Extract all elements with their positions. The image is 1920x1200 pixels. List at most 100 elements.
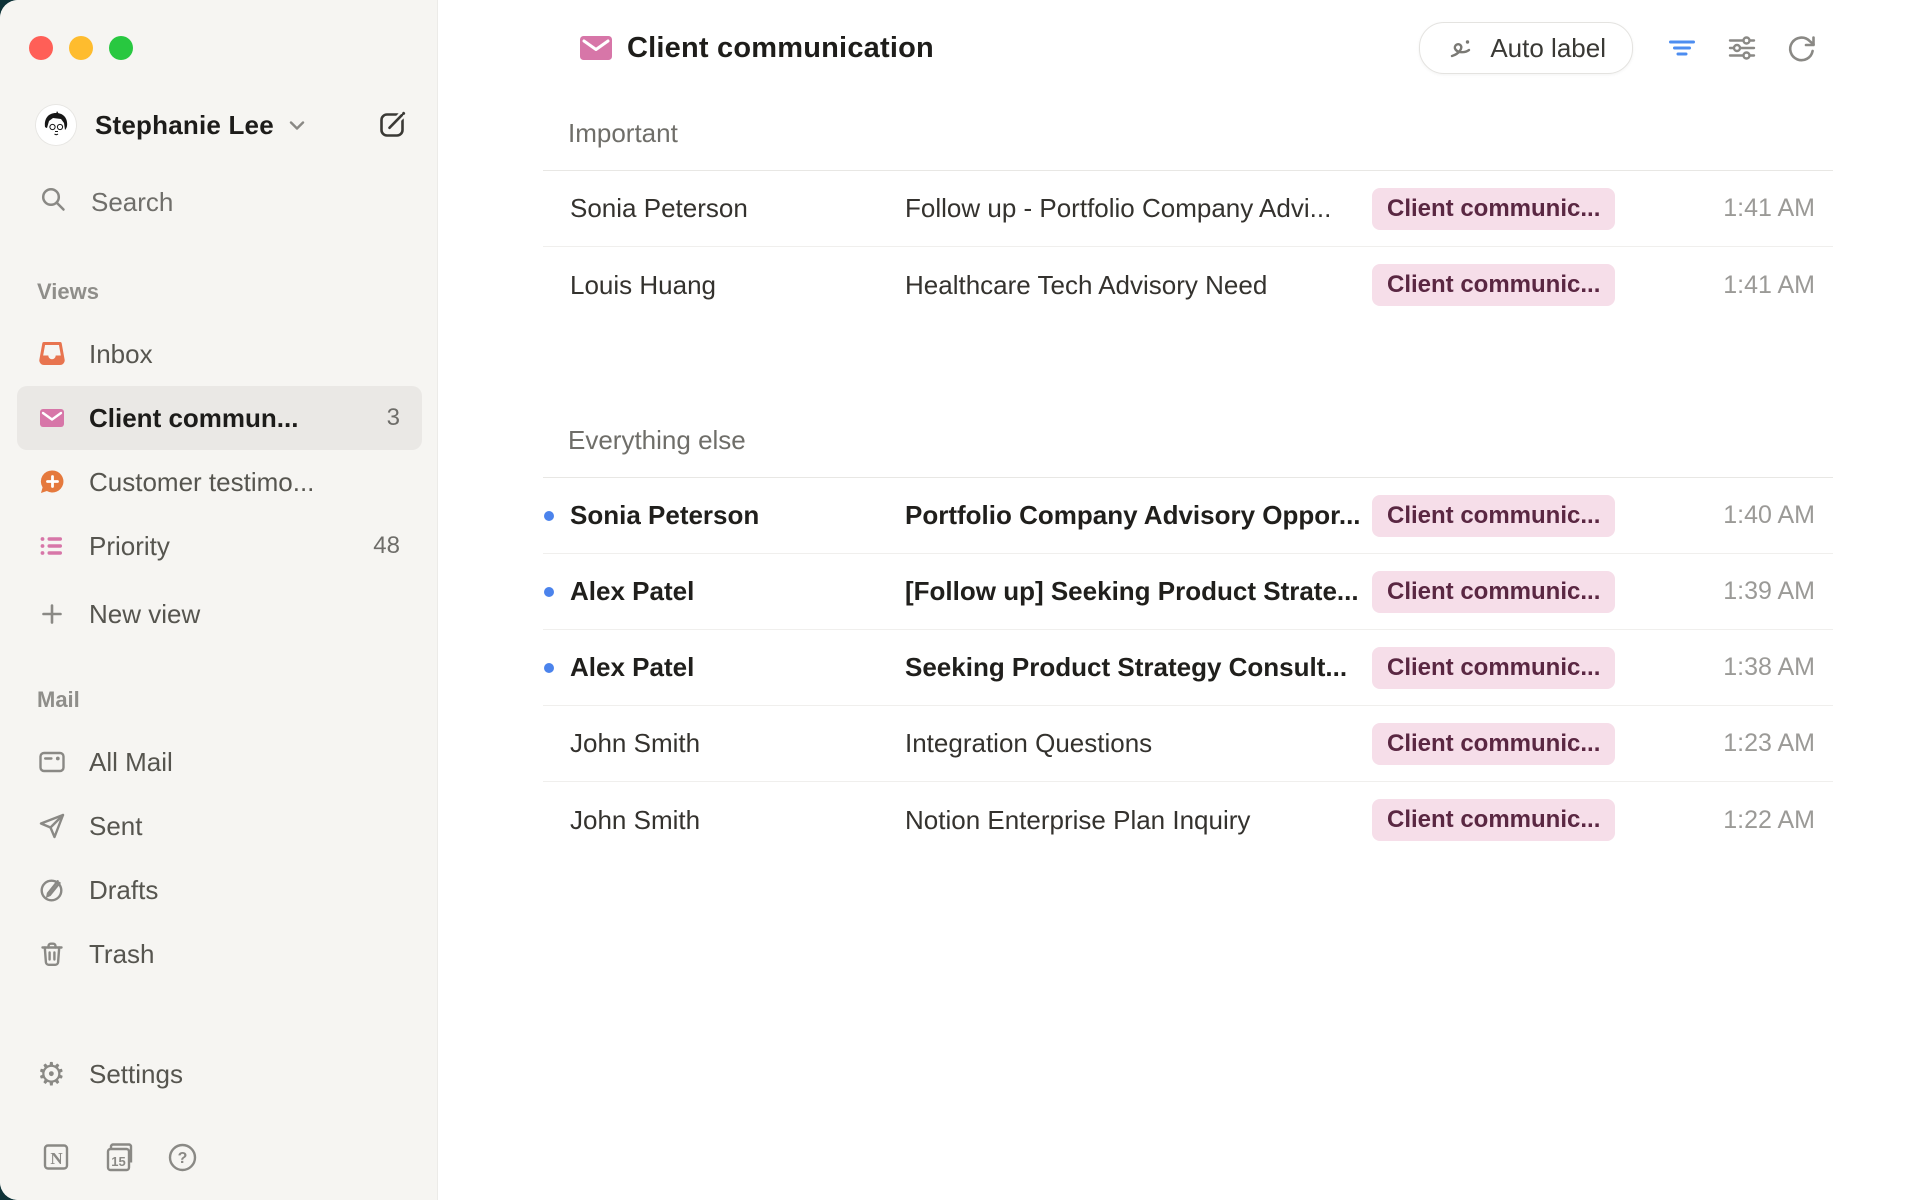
email-section: Everything else Sonia Peterson Portfolio… bbox=[543, 425, 1833, 858]
refresh-icon[interactable] bbox=[1786, 32, 1818, 64]
email-section: Important Sonia Peterson Follow up - Por… bbox=[543, 118, 1833, 323]
auto-label-button[interactable]: Auto label bbox=[1419, 22, 1633, 74]
chat-plus-icon bbox=[37, 467, 67, 497]
zoom-window-button[interactable] bbox=[109, 36, 133, 60]
email-row[interactable]: Sonia Peterson Follow up - Portfolio Com… bbox=[543, 171, 1833, 247]
minimize-window-button[interactable] bbox=[69, 36, 93, 60]
sidebar: Stephanie Lee Search Views bbox=[0, 0, 438, 1200]
svg-text:?: ? bbox=[178, 1150, 188, 1167]
email-subject: Portfolio Company Advisory Oppor... bbox=[905, 500, 1372, 531]
email-time: 1:40 AM bbox=[1615, 501, 1833, 530]
email-label-badge[interactable]: Client communic... bbox=[1372, 264, 1615, 306]
plus-icon bbox=[37, 599, 67, 629]
email-subject: Healthcare Tech Advisory Need bbox=[905, 270, 1372, 301]
sidebar-item-settings[interactable]: ⚙ Settings bbox=[0, 1042, 437, 1106]
sliders-icon[interactable] bbox=[1726, 32, 1758, 64]
svg-text:15: 15 bbox=[111, 1154, 125, 1169]
search-icon bbox=[39, 185, 68, 219]
unread-dot bbox=[544, 663, 554, 673]
notion-logo-icon[interactable]: N bbox=[40, 1141, 73, 1174]
email-label-badge[interactable]: Client communic... bbox=[1372, 723, 1615, 765]
email-rows: Sonia Peterson Portfolio Company Advisor… bbox=[543, 477, 1833, 858]
email-sender: Louis Huang bbox=[570, 270, 905, 301]
trash-icon bbox=[37, 939, 67, 969]
gear-icon: ⚙ bbox=[37, 1059, 71, 1089]
envelope-icon bbox=[37, 403, 67, 433]
sidebar-item-drafts[interactable]: Drafts bbox=[17, 858, 422, 922]
email-row[interactable]: John Smith Integration Questions Client … bbox=[543, 706, 1833, 782]
email-label-badge[interactable]: Client communic... bbox=[1372, 799, 1615, 841]
email-sender: John Smith bbox=[570, 728, 905, 759]
email-row[interactable]: Louis Huang Healthcare Tech Advisory Nee… bbox=[543, 247, 1833, 323]
sidebar-section-label: Views bbox=[0, 279, 437, 305]
item-count: 48 bbox=[373, 532, 402, 560]
email-subject: [Follow up] Seeking Product Strate... bbox=[905, 576, 1372, 607]
email-time: 1:22 AM bbox=[1615, 806, 1833, 835]
auto-label-icon bbox=[1446, 33, 1476, 63]
sidebar-item-trash[interactable]: Trash bbox=[17, 922, 422, 986]
list-icon bbox=[37, 531, 67, 561]
email-time: 1:41 AM bbox=[1615, 271, 1833, 300]
account-switcher[interactable]: Stephanie Lee bbox=[0, 101, 437, 149]
calendar-icon[interactable]: 15 bbox=[103, 1141, 136, 1174]
page-title: Client communication bbox=[627, 32, 934, 65]
sidebar-item-priority[interactable]: Priority 48 bbox=[17, 514, 422, 578]
email-label-badge[interactable]: Client communic... bbox=[1372, 647, 1615, 689]
email-time: 1:23 AM bbox=[1615, 729, 1833, 758]
svg-text:N: N bbox=[50, 1149, 63, 1168]
sidebar-footer: N 15 ? bbox=[0, 1125, 437, 1189]
inbox-icon bbox=[37, 339, 67, 369]
email-sender: John Smith bbox=[570, 805, 905, 836]
sidebar-item-new-view[interactable]: New view bbox=[17, 582, 422, 646]
item-count: 3 bbox=[387, 404, 402, 432]
email-row[interactable]: John Smith Notion Enterprise Plan Inquir… bbox=[543, 782, 1833, 858]
search-button[interactable]: Search bbox=[0, 178, 437, 226]
sidebar-item-client-commun[interactable]: Client commun... 3 bbox=[17, 386, 422, 450]
sidebar-item-inbox[interactable]: Inbox bbox=[17, 322, 422, 386]
sidebar-item-customer-testimo[interactable]: Customer testimo... bbox=[17, 450, 422, 514]
sidebar-item-all-mail[interactable]: All Mail bbox=[17, 730, 422, 794]
email-row[interactable]: Alex Patel Seeking Product Strategy Cons… bbox=[543, 630, 1833, 706]
unread-dot bbox=[544, 587, 554, 597]
email-row[interactable]: Alex Patel [Follow up] Seeking Product S… bbox=[543, 554, 1833, 630]
compose-button[interactable] bbox=[377, 110, 407, 140]
email-list: Important Sonia Peterson Follow up - Por… bbox=[438, 96, 1920, 1200]
list-header: Client communication Auto label bbox=[438, 0, 1920, 96]
section-title: Everything else bbox=[568, 425, 1833, 456]
all-mail-icon bbox=[37, 747, 67, 777]
window-controls bbox=[0, 0, 437, 60]
settings-label: Settings bbox=[89, 1059, 183, 1090]
email-subject: Seeking Product Strategy Consult... bbox=[905, 652, 1372, 683]
chevron-down-icon bbox=[286, 116, 308, 139]
close-window-button[interactable] bbox=[29, 36, 53, 60]
email-sender: Alex Patel bbox=[570, 576, 905, 607]
unread-dot bbox=[544, 511, 554, 521]
email-sender: Sonia Peterson bbox=[570, 193, 905, 224]
email-sender: Alex Patel bbox=[570, 652, 905, 683]
sidebar-section-label: Mail bbox=[0, 687, 437, 713]
email-subject: Integration Questions bbox=[905, 728, 1372, 759]
email-time: 1:39 AM bbox=[1615, 577, 1833, 606]
email-label-badge[interactable]: Client communic... bbox=[1372, 571, 1615, 613]
label-envelope-icon bbox=[578, 31, 614, 65]
sidebar-item-sent[interactable]: Sent bbox=[17, 794, 422, 858]
draft-icon bbox=[37, 875, 67, 905]
help-icon[interactable]: ? bbox=[166, 1141, 199, 1174]
email-row[interactable]: Sonia Peterson Portfolio Company Advisor… bbox=[543, 478, 1833, 554]
email-subject: Notion Enterprise Plan Inquiry bbox=[905, 805, 1372, 836]
section-title: Important bbox=[568, 118, 1833, 149]
email-subject: Follow up - Portfolio Company Advi... bbox=[905, 193, 1372, 224]
email-time: 1:38 AM bbox=[1615, 653, 1833, 682]
app-window: Stephanie Lee Search Views bbox=[0, 0, 1920, 1200]
avatar bbox=[36, 105, 76, 145]
email-sender: Sonia Peterson bbox=[570, 500, 905, 531]
account-name: Stephanie Lee bbox=[95, 110, 274, 141]
search-label: Search bbox=[91, 187, 173, 218]
send-icon bbox=[37, 811, 67, 841]
main-content: Client communication Auto label bbox=[438, 0, 1920, 1200]
email-rows: Sonia Peterson Follow up - Portfolio Com… bbox=[543, 170, 1833, 323]
email-label-badge[interactable]: Client communic... bbox=[1372, 188, 1615, 230]
filter-icon[interactable] bbox=[1666, 32, 1698, 64]
email-label-badge[interactable]: Client communic... bbox=[1372, 495, 1615, 537]
auto-label-text: Auto label bbox=[1490, 33, 1606, 64]
